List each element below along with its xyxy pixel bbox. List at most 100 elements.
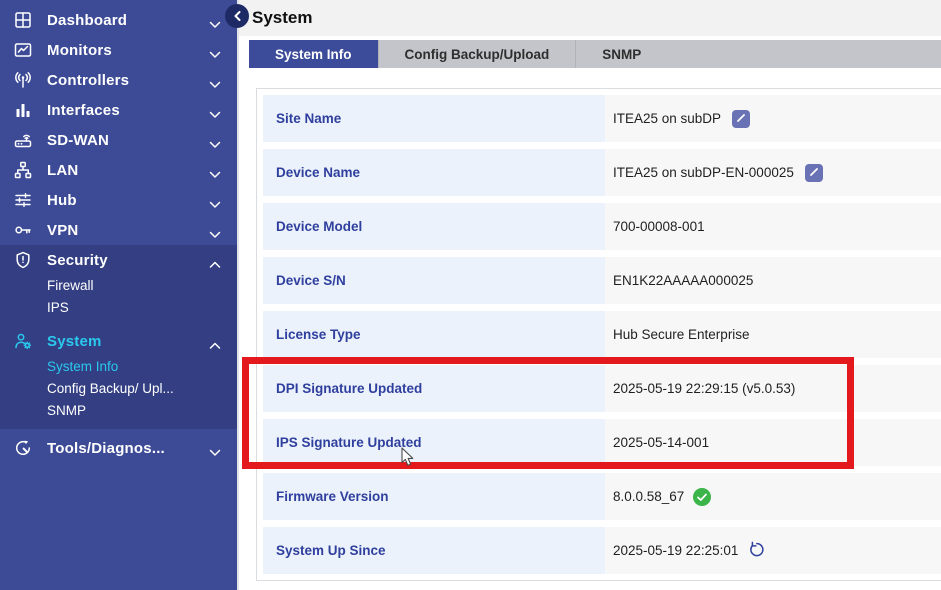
user-gear-icon — [12, 330, 34, 352]
system-info-panel: Site Name ITEA25 on subDP Device Name IT… — [256, 88, 941, 581]
sd-wan-icon — [12, 129, 34, 151]
row-value-cell: ITEA25 on subDP — [605, 95, 941, 142]
interfaces-icon — [12, 99, 34, 121]
page-title: System — [252, 8, 312, 28]
pencil-icon — [736, 111, 746, 126]
row-value-cell: EN1K22AAAAA000025 — [605, 257, 941, 304]
chevron-down-icon — [209, 196, 221, 204]
check-circle-icon — [693, 488, 711, 506]
sidebar-item-monitors[interactable]: Monitors — [0, 35, 237, 65]
tab-bar: System Info Config Backup/Upload SNMP — [249, 40, 941, 68]
page-header: System — [239, 0, 941, 36]
sidebar-item-label: Hub — [47, 192, 209, 209]
dashboard-icon — [12, 9, 34, 31]
sidebar-item-label: Security — [47, 252, 209, 269]
sidebar-item-security[interactable]: Security — [0, 245, 237, 275]
row-value: 2025-05-19 22:29:15 (v5.0.53) — [613, 381, 795, 396]
table-row-device-model: Device Model 700-00008-001 — [263, 203, 941, 250]
chevron-down-icon — [209, 136, 221, 144]
chevron-down-icon — [209, 444, 221, 452]
app-screen: Dashboard Monitors Controllers Interface… — [0, 0, 941, 590]
sidebar-item-label: LAN — [47, 162, 209, 179]
chevron-up-icon — [209, 256, 221, 264]
table-row-system-up-since: System Up Since 2025-05-19 22:25:01 — [263, 527, 941, 574]
sidebar-item-config-backup-upload[interactable]: Config Backup/ Upl... — [0, 378, 237, 400]
row-value: 2025-05-19 22:25:01 — [613, 543, 738, 558]
row-value: Hub Secure Enterprise — [613, 327, 750, 342]
tab-config-backup-upload[interactable]: Config Backup/Upload — [378, 40, 576, 68]
main-content: System System Info Config Backup/Upload … — [237, 0, 941, 590]
pencil-icon — [809, 165, 819, 180]
chevron-down-icon — [209, 166, 221, 174]
sidebar-item-ips[interactable]: IPS — [0, 297, 237, 319]
sidebar-item-firewall[interactable]: Firewall — [0, 275, 237, 297]
row-value: EN1K22AAAAA000025 — [613, 273, 753, 288]
sidebar-item-hub[interactable]: Hub — [0, 185, 237, 215]
row-label: Device Model — [263, 203, 605, 250]
sidebar-item-label: Dashboard — [47, 12, 209, 29]
chevron-down-icon — [209, 106, 221, 114]
row-value-cell: 700-00008-001 — [605, 203, 941, 250]
chevron-up-icon — [209, 337, 221, 345]
sidebar-item-dashboard[interactable]: Dashboard — [0, 5, 237, 35]
chevron-down-icon — [209, 16, 221, 24]
edit-site-name-button[interactable] — [732, 110, 750, 128]
table-row-ips-signature: IPS Signature Updated 2025-05-14-001 — [263, 419, 941, 466]
row-label: Device S/N — [263, 257, 605, 304]
shield-icon — [12, 249, 34, 271]
collapse-sidebar-button[interactable] — [225, 4, 249, 28]
table-row-firmware-version: Firmware Version 8.0.0.58_67 — [263, 473, 941, 520]
vpn-icon — [12, 219, 34, 241]
sidebar-item-interfaces[interactable]: Interfaces — [0, 95, 237, 125]
edit-device-name-button[interactable] — [805, 164, 823, 182]
diagnostics-icon — [12, 437, 34, 459]
row-label: License Type — [263, 311, 605, 358]
row-value: 2025-05-14-001 — [613, 435, 709, 450]
table-row-device-name: Device Name ITEA25 on subDP-EN-000025 — [263, 149, 941, 196]
chevron-left-icon — [233, 9, 242, 24]
lan-icon — [12, 159, 34, 181]
sidebar-item-label: Controllers — [47, 72, 209, 89]
table-row-site-name: Site Name ITEA25 on subDP — [263, 95, 941, 142]
chevron-down-icon — [209, 76, 221, 84]
table-row-license-type: License Type Hub Secure Enterprise — [263, 311, 941, 358]
row-label: Site Name — [263, 95, 605, 142]
sidebar: Dashboard Monitors Controllers Interface… — [0, 0, 237, 590]
row-label: Device Name — [263, 149, 605, 196]
sidebar-item-lan[interactable]: LAN — [0, 155, 237, 185]
sidebar-item-label: SD-WAN — [47, 132, 209, 149]
row-label: DPI Signature Updated — [263, 365, 605, 412]
row-value-cell: 2025-05-14-001 — [605, 419, 941, 466]
row-label: System Up Since — [263, 527, 605, 574]
sidebar-item-vpn[interactable]: VPN — [0, 215, 237, 245]
row-value: ITEA25 on subDP — [613, 111, 721, 126]
sidebar-item-label: System — [47, 333, 209, 350]
tab-bar-filler — [667, 40, 941, 68]
chevron-down-icon — [209, 46, 221, 54]
table-row-dpi-signature: DPI Signature Updated 2025-05-19 22:29:1… — [263, 365, 941, 412]
tab-snmp[interactable]: SNMP — [575, 40, 667, 68]
row-value-cell: 8.0.0.58_67 — [605, 473, 941, 520]
sidebar-item-controllers[interactable]: Controllers — [0, 65, 237, 95]
row-label: IPS Signature Updated — [263, 419, 605, 466]
chevron-down-icon — [209, 226, 221, 234]
monitors-icon — [12, 39, 34, 61]
row-value-cell: ITEA25 on subDP-EN-000025 — [605, 149, 941, 196]
row-value: ITEA25 on subDP-EN-000025 — [613, 165, 794, 180]
sidebar-item-label: VPN — [47, 222, 209, 239]
tab-system-info[interactable]: System Info — [249, 40, 378, 68]
sidebar-item-system[interactable]: System — [0, 326, 237, 356]
refresh-uptime-button[interactable] — [749, 541, 764, 560]
sidebar-item-tools-diagnostics[interactable]: Tools/Diagnos... — [0, 433, 237, 463]
sidebar-item-snmp[interactable]: SNMP — [0, 400, 237, 422]
sidebar-item-label: Interfaces — [47, 102, 209, 119]
refresh-icon — [749, 541, 764, 560]
sidebar-item-sd-wan[interactable]: SD-WAN — [0, 125, 237, 155]
row-value-cell: Hub Secure Enterprise — [605, 311, 941, 358]
row-value: 700-00008-001 — [613, 219, 705, 234]
row-value: 8.0.0.58_67 — [613, 489, 684, 504]
sidebar-item-label: Monitors — [47, 42, 209, 59]
sidebar-item-system-info[interactable]: System Info — [0, 356, 237, 378]
sidebar-group-system: System System Info Config Backup/ Upl...… — [0, 326, 237, 429]
sidebar-item-label: Tools/Diagnos... — [47, 440, 209, 457]
